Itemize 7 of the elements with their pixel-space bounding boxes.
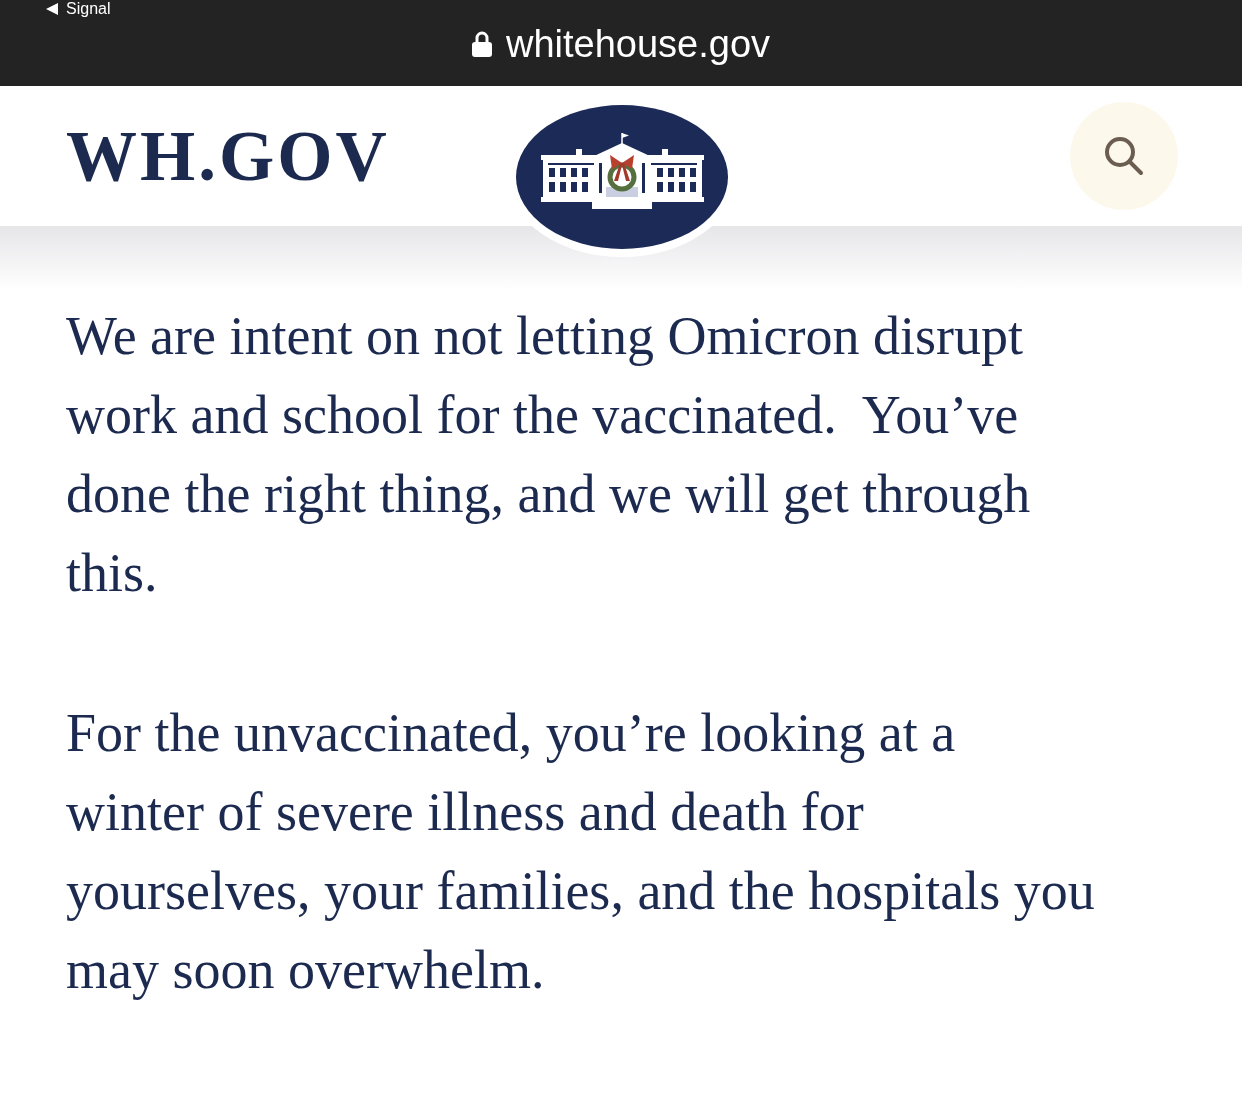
article-paragraph: For the unvaccinated, you’re looking at a winter of severe illness and death for yourselves, your families, and the hospitals you may soon overwhelm. <box>66 702 1096 1002</box>
url-text[interactable]: whitehouse.gov <box>505 21 771 67</box>
back-link[interactable]: Signal <box>46 0 111 18</box>
site-logo-text[interactable]: WH.GOV <box>66 118 390 194</box>
article-paragraph: We are intent on not letting Omicron disrupt work and school for the vaccinated. You’ve done the right thing, and we will get through this. <box>66 305 1032 605</box>
back-arrow-icon <box>46 3 58 15</box>
search-icon <box>1104 136 1144 176</box>
